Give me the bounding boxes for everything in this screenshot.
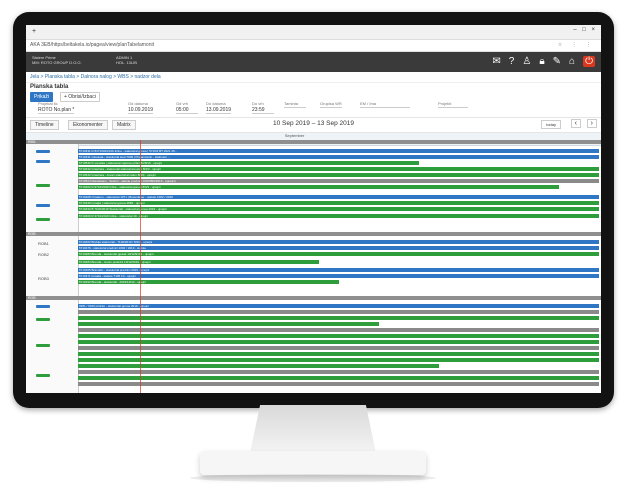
address-bar[interactable]: AKA 3EB/https/beltakela.io/pagea/view/pl… [26,40,601,52]
task-bar[interactable] [78,352,599,356]
lane-tag [36,160,50,163]
task-bar[interactable] [78,322,379,326]
new-tab-button[interactable]: + [32,28,36,35]
task-bar[interactable] [78,358,599,362]
page-title: Planska tabla [30,84,69,90]
task-bar[interactable]: 5710493 Brenda - statutorial - 2019/10/1… [78,280,339,284]
task-bar[interactable]: 5710540 R sondala | statutorial naplova … [78,161,419,165]
wrench-icon[interactable]: ✎ [553,56,561,67]
task-bar[interactable]: 5710431 R 8471004/2019-Inline - statutor… [78,149,599,153]
help-icon[interactable]: ? [509,56,515,67]
header-icons: ✉ ? ♙ 🔒︎ ✎ ⌂ ⏻ [492,56,595,67]
task-bar[interactable] [78,346,599,350]
monitor-base [200,451,426,475]
task-bar[interactable] [78,334,599,338]
task-bar[interactable] [78,340,599,344]
resource-column: RIB1 ROB ROB1 ROB2 ROB3 ROB [26,140,601,393]
screen: + – □ × AKA 3EB/https/beltakela.io/pagea… [26,25,601,393]
project-field[interactable]: Projekat lic ROTO No.plan * [38,101,75,114]
task-bar[interactable]: 5710402 R 9710/2019 Inline - statutorial… [78,185,559,189]
status-field[interactable]: Taminta [284,101,306,108]
task-bar[interactable]: 5710433 B 7100/2019 Statutorial - statut… [78,207,599,211]
url-text: AKA 3EB/https/beltakela.io/pagea/view/pl… [30,42,154,48]
browser-tab-bar: + – □ × [26,25,601,40]
task-bar[interactable]: 5710408 Omaleno - statutorial 1071 | Bos… [78,195,599,199]
group-field[interactable]: Grupisa WR [320,101,342,108]
mail-icon[interactable]: ✉ [492,56,500,67]
task-bar[interactable]: 5710432 Grastreta - statutorial statutor… [78,167,599,171]
gantt-area: RIB1 ROB ROB1 ROB2 ROB3 ROB 5710431 R 84… [26,140,601,393]
today-button[interactable]: today [541,120,561,129]
task-bar[interactable]: 5710476 - statutorial prednici 1002 / 20… [78,246,599,250]
user-info: ADMIN 1 HOL. 13LIB [116,55,137,65]
view-toolbar: Timeline Ekonomenter Matrix 10 Sep 2019 … [26,118,601,133]
gantt-chart: 5710431 R 8471004/2019-Inline - statutor… [78,140,601,393]
month-label: September [284,133,305,138]
shift-field[interactable]: EM / Ima [360,101,410,108]
task-bar[interactable]: 5710439 Ismajla | statutorial gonoa 2884… [78,201,599,205]
to-date-field[interactable]: Do datuma 13.09.2019 [206,101,232,114]
monitor-stand [250,405,376,453]
lane-name: ROB3 [38,276,49,281]
task-bar[interactable] [78,370,599,374]
task-bar[interactable] [78,328,599,332]
person-icon[interactable]: ♙ [522,56,531,67]
company-name: MM: ROTO GROUP D.O.O. [32,60,82,65]
lane-name: ROB2 [38,252,49,257]
base-shadow [190,474,436,482]
task-bar[interactable]: 5710465 Bramalin - statutorial prednici … [78,268,599,272]
monitor-frame: + – □ × AKA 3EB/https/beltakela.io/pagea… [13,12,614,408]
lane-tag [36,305,50,308]
lane-tag [36,150,50,153]
breadcrumb[interactable]: Jela > Planska tabla > Dalnora nalog > W… [26,72,601,83]
prev-button[interactable]: ‹ [570,119,581,128]
to-time-field[interactable]: Do vrh 23:59 [252,101,274,114]
task-bar[interactable]: 5710484 Brenda - Jovan prekidni 10/12/20… [78,260,319,264]
home-icon[interactable]: ⌂ [569,56,575,67]
browser-menu-icons[interactable]: ☆ ⋮ ⋮ [558,40,595,51]
lane-tag [36,318,50,321]
project2-field[interactable]: Projekti [438,101,468,108]
date-range-title: 10 Sep 2019 – 13 Sep 2019 [273,120,354,127]
lane-tag [36,374,50,377]
task-bar[interactable]: 5710403 Brebija statutorial - 7100/2019 … [78,240,599,244]
from-time-field[interactable]: Od vrh 05:00 [176,101,198,114]
task-bar[interactable] [78,364,439,368]
task-bar[interactable]: 3481 / 9010 priticko - statutorial gonoa… [78,304,599,308]
lane-tag [36,218,50,221]
task-bar[interactable] [78,382,599,386]
filter-panel: Planska tabla Prikaži + Obrisi/Izbaci Pr… [26,83,601,118]
task-bar[interactable]: 5710483 Brenda - statutorial pjesak 10/1… [78,252,599,256]
task-bar[interactable]: 5710400 R 3710/2019 Inline - statutorial… [78,214,599,218]
task-bar[interactable] [78,310,599,314]
task-bar[interactable]: 5710471 Ismaila - statute 7100 10 - ujne… [78,274,599,278]
task-bar[interactable] [78,316,599,320]
lane-tag [36,204,50,207]
app-header: Sistem Prime MM: ROTO GROUP D.O.O. ADMIN… [26,52,601,72]
task-bar[interactable]: 5710543 Grastreta - Jovan statutorial na… [78,173,599,177]
from-date-field[interactable]: Od datuma 10.09.2019 [128,101,154,114]
lane-name: ROB1 [38,241,49,246]
task-bar[interactable] [78,376,599,380]
lane-tag [36,184,50,187]
lock-icon[interactable]: 🔒︎ [539,56,544,67]
current-time-line [140,140,141,393]
window-controls[interactable]: – □ × [573,27,597,33]
next-button[interactable]: › [586,119,597,128]
power-icon[interactable]: ⏻ [583,56,595,67]
task-bar[interactable]: 5710431 Glosasta - statutorial stud 7009… [78,155,599,159]
lane-tag [36,344,50,347]
task-bar[interactable]: 5710524 Mandartam - Solemi - statute pre… [78,179,599,183]
user-role: HOL. 13LIB [116,60,137,65]
company-info: Sistem Prime MM: ROTO GROUP D.O.O. [32,55,82,65]
